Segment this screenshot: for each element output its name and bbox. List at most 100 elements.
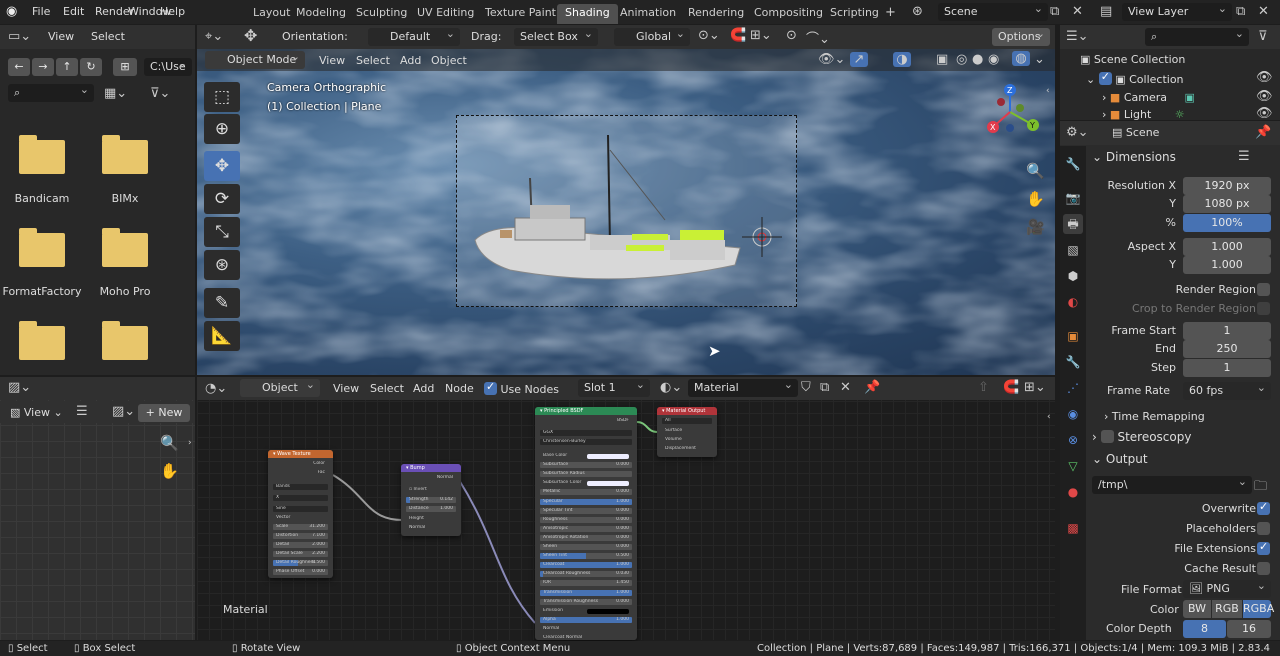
move-tool[interactable]: ✥ <box>204 151 240 181</box>
image-browse-icon[interactable]: ▨⌄ <box>112 404 135 419</box>
bsdf-input-row[interactable]: Anisotropic Rotation 0.000 <box>540 534 632 541</box>
outliner-search-input[interactable]: ⌕ <box>1145 25 1249 46</box>
node-dropdown[interactable]: Sine <box>273 506 328 512</box>
pin-icon[interactable]: 📌 <box>864 380 880 395</box>
workspace-tab-scripting[interactable]: Scripting <box>822 4 887 24</box>
bsdf-input-row[interactable]: Subsurface Radius <box>540 471 632 478</box>
unlink-material-icon[interactable]: ✕ <box>840 380 851 395</box>
use-nodes-checkbox[interactable] <box>484 380 497 395</box>
scene-tab-icon[interactable]: ⬢ <box>1063 266 1083 286</box>
folder-label[interactable]: Bandicam <box>0 192 87 205</box>
bsdf-input-row[interactable]: IOR 1.450 <box>540 580 632 587</box>
snap-settings-icon[interactable]: ⊞⌄ <box>1024 380 1046 395</box>
bsdf-input-row[interactable]: Subsurface Color <box>540 480 632 487</box>
step-field[interactable]: 1 <box>1183 359 1271 377</box>
node-header[interactable]: ▾ Principled BSDF <box>535 407 637 415</box>
viewport-menu-add[interactable]: Add <box>400 54 421 67</box>
node-field[interactable]: Detail Roughness 0.500 <box>273 560 328 566</box>
navigation-gizmo[interactable]: Z Y X <box>975 82 1045 142</box>
node-field[interactable]: Strength 0.142 <box>406 497 456 503</box>
xray-icon[interactable]: ▣ <box>936 52 948 67</box>
workspace-tab-texture-paint[interactable]: Texture Paint <box>477 4 564 24</box>
material-output-node[interactable]: ▾ Material Output All Surface Volume Displa… <box>657 407 717 457</box>
copy-scene-icon[interactable]: ⧉ <box>1050 4 1059 19</box>
depth-16-button[interactable]: 16 <box>1227 620 1271 638</box>
node-field[interactable]: Distance 1.000 <box>406 506 456 512</box>
data-tab-icon[interactable]: ▽ <box>1063 456 1083 476</box>
world-tab-icon[interactable]: ◐ <box>1063 292 1083 312</box>
bsdf-input-row[interactable]: Transmission Roughness 0.000 <box>540 598 632 605</box>
principled-bsdf-node[interactable]: ▾ Principled BSDF BSDF GGX Christensen-Bur… <box>535 407 637 640</box>
visibility-eye-icon[interactable]: 👁 <box>1256 89 1273 104</box>
workspace-tab-uv-editing[interactable]: UV Editing <box>409 4 482 24</box>
node-dropdown[interactable]: GGX <box>540 430 632 436</box>
object-tab-icon[interactable]: ▣ <box>1063 326 1083 346</box>
output-panel-header[interactable]: ⌄ Output <box>1092 452 1148 466</box>
editor-type-icon[interactable]: ▨⌄ <box>8 380 31 395</box>
pin-icon[interactable]: 📌 <box>1255 125 1271 140</box>
pan-view-icon[interactable]: ✋ <box>1026 190 1045 208</box>
node-field[interactable]: Scale 31.200 <box>273 524 328 530</box>
bsdf-input-row[interactable]: Anisotropic 0.000 <box>540 525 632 532</box>
parent-node-tree-icon[interactable]: ⇧ <box>978 380 989 395</box>
bsdf-input-row[interactable]: Metallic 0.000 <box>540 489 632 496</box>
node-field[interactable]: Distortion 7.100 <box>273 533 328 539</box>
node-menu-view[interactable]: View <box>333 382 359 395</box>
solid-shading-icon[interactable]: ● <box>972 52 983 67</box>
bump-node[interactable]: ▾ Bump Normal ▫ Invert Strength 0.142 Distan… <box>401 464 461 536</box>
bsdf-input-row[interactable]: Specular Tint 0.000 <box>540 507 632 514</box>
drag-dropdown[interactable]: Select Box <box>514 25 598 46</box>
view-layer-selector[interactable]: View Layer <box>1122 0 1232 21</box>
wave-texture-node[interactable]: ▾ Wave Texture Color Fac Bands X Sine Vector S… <box>268 450 333 578</box>
snap-icon[interactable]: 🧲 <box>730 28 746 43</box>
frame-rate-dropdown[interactable]: 60 fps <box>1183 379 1271 400</box>
zoom-view-icon[interactable]: 🔍 <box>1026 162 1045 180</box>
visibility-eye-icon[interactable]: 👁 <box>1256 106 1273 120</box>
dimensions-panel-header[interactable]: ⌄ Dimensions <box>1092 150 1176 164</box>
depth-8-button[interactable]: 8 <box>1183 620 1226 638</box>
cache-result-checkbox[interactable] <box>1257 562 1270 575</box>
filter-icon[interactable]: ⊽ <box>1258 29 1268 44</box>
scale-tool[interactable]: ⤡ <box>204 217 240 247</box>
sidebar-toggle-icon[interactable]: ‹ <box>1046 86 1050 96</box>
placeholders-checkbox[interactable] <box>1257 522 1270 535</box>
constraints-tab-icon[interactable]: ⊗ <box>1063 430 1083 450</box>
bsdf-input-row[interactable]: Emission <box>540 608 632 614</box>
menu-edit[interactable]: Edit <box>63 5 84 18</box>
editor-type-icon[interactable]: ▭⌄ <box>8 29 31 44</box>
render-tab-icon[interactable]: 📷 <box>1063 188 1083 208</box>
bsdf-input-row[interactable]: Specular 1.000 <box>540 498 632 505</box>
bsdf-input-row[interactable]: Clearcoat Roughness 0.030 <box>540 571 632 578</box>
editor-type-icon[interactable]: ⌖⌄ <box>205 29 223 44</box>
folder-icon[interactable] <box>19 321 65 360</box>
time-remapping-panel[interactable]: › Time Remapping <box>1104 410 1205 423</box>
color-swatch[interactable] <box>587 481 629 487</box>
menu-icon[interactable]: ☰ <box>76 404 88 419</box>
node-menu-node[interactable]: Node <box>445 382 474 395</box>
material-browse-icon[interactable]: ◐⌄ <box>660 380 682 395</box>
collection-checkbox[interactable] <box>1098 70 1112 85</box>
node-menu-select[interactable]: Select <box>370 382 404 395</box>
slot-dropdown[interactable]: Slot 1 <box>578 376 650 397</box>
rendered-shading-icon[interactable]: ◍ <box>1012 51 1030 66</box>
folder-icon[interactable] <box>102 228 148 267</box>
parent-dir-button[interactable]: ↑ <box>56 58 78 76</box>
workspace-tab-rendering[interactable]: Rendering <box>680 4 752 24</box>
viewport-menu-select[interactable]: Select <box>356 54 390 67</box>
workspace-tab-animation[interactable]: Animation <box>612 4 684 24</box>
close-view-layer-icon[interactable]: ✕ <box>1258 4 1269 19</box>
file-format-dropdown[interactable]: 🖼 PNG <box>1183 577 1271 598</box>
crop-checkbox[interactable] <box>1257 302 1270 315</box>
presets-icon[interactable]: ☰ <box>1238 149 1250 164</box>
color-swatch[interactable] <box>587 608 629 614</box>
folder-icon[interactable] <box>102 321 148 360</box>
node-dropdown[interactable]: Bands <box>273 484 328 490</box>
menu-file[interactable]: File <box>32 5 50 18</box>
outliner-item-scene-collection[interactable]: ▣ Scene Collection <box>1080 53 1185 66</box>
aspect-x-field[interactable]: 1.000 <box>1183 238 1271 256</box>
node-field[interactable]: Phase Offset 0.000 <box>273 569 328 575</box>
stereoscopy-panel[interactable]: › Stereoscopy <box>1092 430 1191 444</box>
node-menu-add[interactable]: Add <box>413 382 434 395</box>
select-box-tool[interactable]: ⬚ <box>204 82 240 112</box>
outliner-item-camera[interactable]: › ■ Camera ▣ <box>1102 91 1195 104</box>
